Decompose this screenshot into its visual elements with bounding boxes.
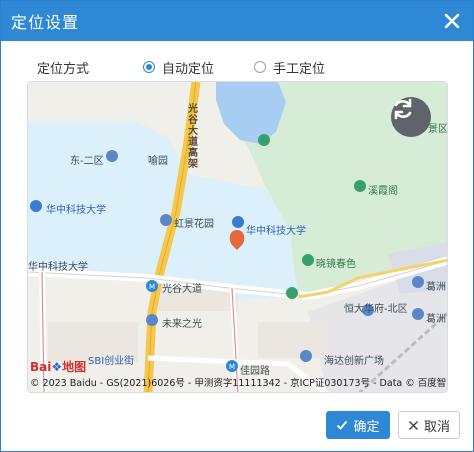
map-label-xiping: 溪霞阁 xyxy=(368,186,398,197)
map-label-hust-left: 华中科技大学 xyxy=(46,205,106,216)
map-label-jingqu: 景区 xyxy=(428,124,448,135)
confirm-button-label: 确定 xyxy=(353,419,380,435)
map-label-gezhou-top: 葛洲 xyxy=(426,282,446,293)
map-label-guanggu-viaduct: 光谷大道高架 xyxy=(188,104,198,170)
close-icon xyxy=(408,420,419,431)
baidu-logo-text: Bai xyxy=(30,360,52,374)
map-label-east2: 东-二区 xyxy=(70,156,104,167)
dialog-title: 定位设置 xyxy=(11,13,80,32)
map-label-weilai: 未来之光 xyxy=(162,319,202,330)
dialog-titlebar: 定位设置 xyxy=(1,1,473,41)
map-label-hust-center: 华中科技大学 xyxy=(246,226,306,237)
location-settings-dialog: 定位设置 定位方式 自动定位 手工定位 M M 光谷大道高架 东-二区 喻园 华… xyxy=(0,0,474,452)
check-icon xyxy=(336,419,348,431)
location-mode-row: 定位方式 自动定位 手工定位 xyxy=(37,57,457,77)
radio-manual-location[interactable]: 手工定位 xyxy=(254,58,325,77)
cancel-button[interactable]: 取消 xyxy=(398,411,460,439)
radio-auto-indicator[interactable] xyxy=(143,61,155,73)
map-label-guanggu-road: 光谷大道 xyxy=(162,284,202,295)
baidu-logo-suffix: 地图 xyxy=(62,360,87,374)
map-copyright: © 2023 Baidu - GS(2021)6026号 - 甲测资字11111… xyxy=(30,378,448,389)
map-label-hengda: 恒大华府-北区 xyxy=(344,304,408,315)
paw-icon: ❖ xyxy=(51,360,63,374)
radio-manual-indicator[interactable] xyxy=(254,61,267,73)
location-mode-label: 定位方式 xyxy=(37,61,90,77)
radio-auto-label: 自动定位 xyxy=(162,61,215,77)
map-label-xiaojing: 晓镜春色 xyxy=(316,259,356,270)
svg-text:M: M xyxy=(229,363,235,371)
radio-manual-label: 手工定位 xyxy=(273,61,326,77)
radio-auto-location[interactable]: 自动定位 xyxy=(143,58,214,77)
baidu-map-logo: Bai❖地图 xyxy=(30,358,86,375)
map-label-yuyuan: 喻园 xyxy=(148,156,168,167)
svg-text:M: M xyxy=(149,283,155,291)
confirm-button[interactable]: 确定 xyxy=(326,411,390,439)
refresh-location-button[interactable] xyxy=(391,97,431,137)
map-view[interactable]: M M 光谷大道高架 东-二区 喻园 华中科技大学 虹景花园 华中科技大学 华中… xyxy=(27,81,448,393)
cancel-button-label: 取消 xyxy=(423,419,450,435)
map-label-sbi: SBI创业街 xyxy=(88,356,135,367)
map-canvas: M M xyxy=(28,82,447,392)
close-icon[interactable] xyxy=(441,10,463,32)
map-label-hust-bottom: 华中科技大学 xyxy=(28,262,88,273)
map-label-gezhou-bottom: 葛洲 xyxy=(426,314,446,325)
map-label-haiyi: 海达创新广场 xyxy=(324,356,384,367)
map-label-hongjing: 虹景花园 xyxy=(174,219,214,230)
